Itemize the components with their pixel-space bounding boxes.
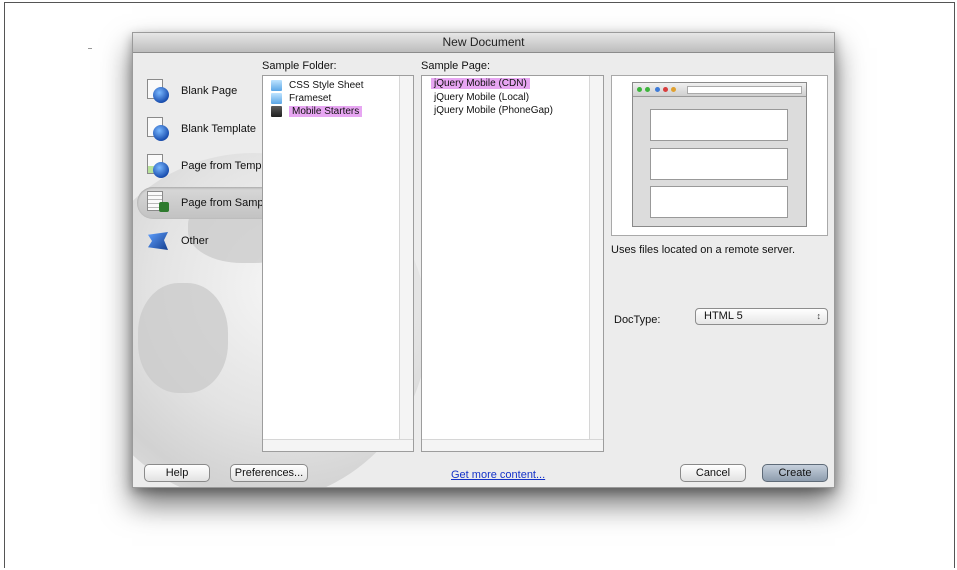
category-blank-template[interactable]: Blank Template xyxy=(137,113,265,145)
mock-toolbar xyxy=(633,83,806,97)
category-other[interactable]: Other xyxy=(137,225,265,257)
doctype-label: DocType: xyxy=(614,314,661,326)
category-page-from-sample[interactable]: Page from Sample xyxy=(137,187,272,219)
page-item-local[interactable]: jQuery Mobile (Local) xyxy=(434,92,529,103)
preview-thumbnail xyxy=(632,82,807,227)
page-item-label: jQuery Mobile (PhoneGap) xyxy=(434,105,553,116)
folder-item-mobile-starters[interactable]: Mobile Starters xyxy=(271,105,363,118)
category-blank-page[interactable]: Blank Page xyxy=(137,75,265,107)
page-scrollbar[interactable] xyxy=(589,76,603,451)
page-item-cdn[interactable]: jQuery Mobile (CDN) xyxy=(431,78,530,89)
stray-mark xyxy=(88,48,92,49)
category-label: Blank Page xyxy=(181,85,238,97)
category-label: Other xyxy=(181,235,209,247)
other-icon xyxy=(145,228,171,254)
folder-item-label: CSS Style Sheet xyxy=(289,80,364,91)
category-label: Blank Template xyxy=(181,123,257,135)
page-item-label: jQuery Mobile (Local) xyxy=(434,92,530,103)
page-from-sample-icon xyxy=(145,190,171,216)
preferences-button[interactable]: Preferences... xyxy=(230,464,308,482)
doctype-value: HTML 5 xyxy=(704,310,743,322)
sample-description: Uses files located on a remote server. xyxy=(611,244,796,256)
sample-folder-label: Sample Folder: xyxy=(262,60,337,72)
dialog-title: New Document xyxy=(133,33,834,53)
folder-item-label: Mobile Starters xyxy=(289,106,363,117)
doctype-select[interactable]: HTML 5 ↕ xyxy=(695,308,828,325)
category-page-from-template[interactable]: Page from Template xyxy=(137,150,279,182)
folder-item-label: Frameset xyxy=(289,93,332,104)
folder-icon xyxy=(271,80,282,91)
help-button[interactable]: Help xyxy=(144,464,210,482)
select-arrows-icon: ↕ xyxy=(816,311,822,321)
preview-pane xyxy=(611,75,828,236)
folder-item-css[interactable]: CSS Style Sheet xyxy=(271,79,363,92)
folder-item-frameset[interactable]: Frameset xyxy=(271,92,331,105)
folder-scrollbar[interactable] xyxy=(399,76,413,451)
folder-hscrollbar[interactable] xyxy=(263,439,413,451)
folder-dark-icon xyxy=(271,106,282,117)
page-hscrollbar[interactable] xyxy=(422,439,603,451)
blank-template-icon xyxy=(145,116,171,142)
create-button[interactable]: Create xyxy=(762,464,828,482)
cancel-button[interactable]: Cancel xyxy=(680,464,746,482)
get-more-content-link[interactable]: Get more content... xyxy=(451,469,545,481)
folder-icon xyxy=(271,93,282,104)
page-item-label: jQuery Mobile (CDN) xyxy=(431,78,530,89)
sample-page-label: Sample Page: xyxy=(421,60,491,72)
page-from-template-icon xyxy=(145,153,171,179)
blank-page-icon xyxy=(145,78,171,104)
sample-page-list[interactable]: jQuery Mobile (CDN) jQuery Mobile (Local… xyxy=(421,75,604,452)
category-label: Page from Sample xyxy=(181,197,273,209)
page-item-phonegap[interactable]: jQuery Mobile (PhoneGap) xyxy=(434,105,553,116)
sample-folder-list[interactable]: CSS Style Sheet Frameset Mobile Starters xyxy=(262,75,414,452)
new-document-dialog: New Document Blank Page Blank Template P… xyxy=(132,32,835,488)
